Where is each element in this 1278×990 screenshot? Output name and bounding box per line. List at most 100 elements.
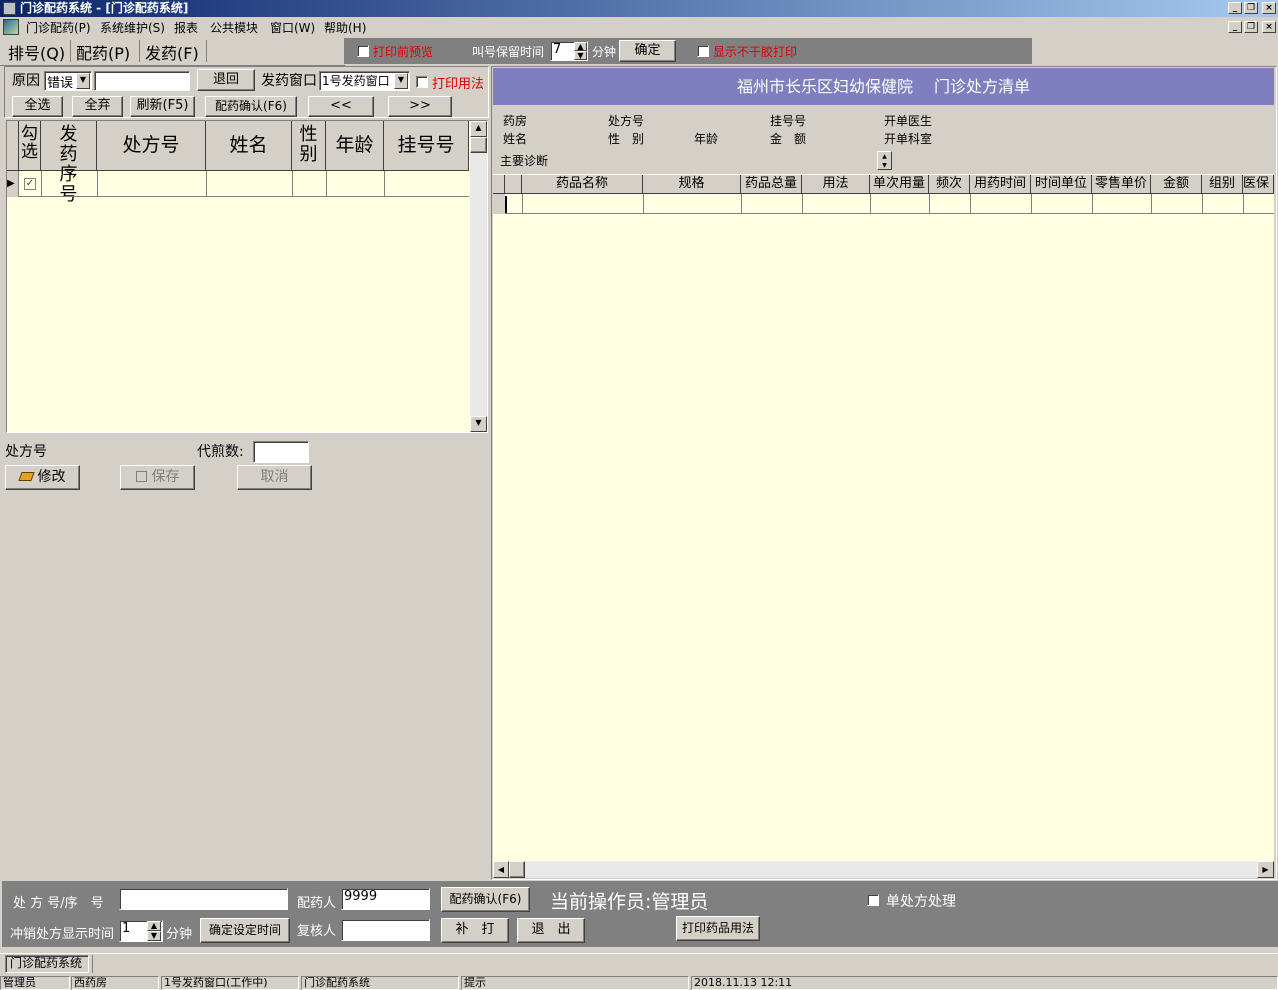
print-drug-usage-button[interactable]: 打印药品用法 bbox=[676, 916, 760, 941]
status-datetime: 2018.11.13 12:11 bbox=[691, 976, 1278, 990]
rx-no-label: 处方号 bbox=[5, 444, 47, 460]
print-usage-label: 打印用法 bbox=[432, 77, 485, 92]
window-tab-bar bbox=[0, 953, 1278, 973]
set-time-button[interactable]: 确定设定时间 bbox=[200, 918, 290, 943]
scroll-down-icon[interactable]: ▼ bbox=[470, 416, 487, 432]
dispenser-input[interactable]: 9999 bbox=[341, 888, 430, 910]
col-dispense-seq: 发药序号 bbox=[41, 121, 97, 205]
menu-window[interactable]: 窗口(W) bbox=[270, 19, 315, 36]
single-rx-label: 单处方处理 bbox=[886, 894, 956, 910]
table-row[interactable] bbox=[493, 194, 1274, 214]
save-button[interactable]: 保存 bbox=[120, 465, 195, 490]
col-amount: 金额 bbox=[1151, 175, 1202, 194]
restore-button[interactable]: ❐ bbox=[1244, 2, 1258, 14]
child-close-button[interactable]: × bbox=[1262, 21, 1276, 33]
col-retail-price: 零售单价 bbox=[1092, 175, 1151, 194]
decoct-input[interactable] bbox=[253, 441, 309, 463]
left-vertical-scrollbar[interactable] bbox=[470, 121, 487, 432]
status-user: 管理员 bbox=[0, 976, 70, 990]
tab-dispense[interactable]: 配药(P) bbox=[76, 40, 130, 64]
info-pharmacy: 药房 bbox=[503, 114, 528, 128]
table-row[interactable] bbox=[7, 171, 469, 197]
scroll-thumb[interactable] bbox=[470, 137, 487, 153]
col-med-time: 用药时间 bbox=[970, 175, 1031, 194]
confirm-button[interactable]: 确定 bbox=[619, 40, 676, 62]
menu-common[interactable]: 公共模块 bbox=[210, 19, 258, 36]
col-rx-no: 处方号 bbox=[97, 121, 206, 171]
status-app: 门诊配药系统 bbox=[301, 976, 459, 990]
spin-down-icon[interactable]: ▼ bbox=[147, 931, 161, 941]
spin-up-icon[interactable]: ▲ bbox=[147, 921, 161, 931]
no-glue-print-label: 显示不干胶打印 bbox=[713, 45, 798, 59]
reversal-minute-label: 分钟 bbox=[166, 927, 193, 942]
info-diagnosis: 主要诊断 bbox=[500, 154, 549, 168]
child-minimize-button[interactable]: _ bbox=[1228, 21, 1242, 33]
reversal-label: 冲销处方显示时间 bbox=[10, 927, 115, 942]
keep-time-label: 叫号保留时间 bbox=[472, 45, 545, 59]
menu-report[interactable]: 报表 bbox=[174, 19, 198, 36]
scroll-right-icon[interactable]: ▶ bbox=[1257, 861, 1274, 878]
menu-help[interactable]: 帮助(H) bbox=[324, 19, 366, 36]
spin-down-icon[interactable]: ▼ bbox=[574, 51, 587, 60]
refresh-button[interactable]: 刷新(F5) bbox=[130, 96, 195, 117]
col-total: 药品总量 bbox=[741, 175, 802, 194]
info-rx-no: 处方号 bbox=[608, 114, 645, 128]
prev-button[interactable]: << bbox=[308, 96, 374, 117]
chevron-down-icon[interactable]: ▼ bbox=[76, 73, 90, 89]
child-restore-button[interactable]: ❐ bbox=[1244, 21, 1258, 33]
col-drug-name: 药品名称 bbox=[522, 175, 643, 194]
right-horizontal-scrollbar[interactable] bbox=[493, 861, 1274, 878]
info-gender: 性 别 bbox=[608, 132, 645, 146]
reason-label: 原因 bbox=[12, 73, 40, 89]
reviewer-input[interactable] bbox=[341, 919, 430, 941]
window-label: 发药窗口 bbox=[261, 73, 317, 89]
row-checkbox[interactable]: ✓ bbox=[24, 178, 36, 190]
taskbar-item[interactable]: 门诊配药系统 bbox=[5, 955, 89, 973]
tab-issue[interactable]: 发药(F) bbox=[145, 40, 199, 64]
col-age: 年龄 bbox=[326, 121, 384, 171]
cancel-button[interactable]: 取消 bbox=[237, 465, 312, 490]
scroll-up-icon[interactable]: ▲ bbox=[470, 121, 487, 137]
status-window: 1号发药窗口(工作中) bbox=[161, 976, 299, 990]
bottom-dispense-confirm-button[interactable]: 配药确认(F6) bbox=[441, 887, 530, 912]
single-rx-checkbox[interactable] bbox=[867, 894, 879, 906]
no-glue-print-checkbox[interactable] bbox=[697, 45, 709, 57]
col-group: 组别 bbox=[1202, 175, 1243, 194]
info-amount: 金 额 bbox=[770, 132, 807, 146]
close-button[interactable]: × bbox=[1262, 2, 1276, 14]
spin-up-icon[interactable]: ▲ bbox=[574, 42, 587, 51]
col-dose: 单次用量 bbox=[870, 175, 929, 194]
return-button[interactable]: 退回 bbox=[197, 69, 255, 91]
print-preview-label: 打印前预览 bbox=[373, 45, 434, 59]
discard-all-button[interactable]: 全弃 bbox=[72, 96, 123, 117]
toolbar-panel bbox=[344, 38, 1032, 64]
minimize-button[interactable]: _ bbox=[1228, 2, 1242, 14]
rx-seq-input[interactable] bbox=[119, 888, 288, 910]
status-pharmacy: 西药房 bbox=[71, 976, 159, 990]
col-check: 勾选 bbox=[19, 121, 41, 171]
print-usage-checkbox[interactable] bbox=[416, 76, 428, 88]
info-name: 姓名 bbox=[503, 132, 528, 146]
menu-dispense[interactable]: 门诊配药(P) bbox=[26, 19, 91, 36]
select-all-button[interactable]: 全选 bbox=[12, 96, 63, 117]
dispense-confirm-button[interactable]: 配药确认(F6) bbox=[205, 96, 297, 117]
diagnosis-spin-icon[interactable]: ▲ ▼ bbox=[877, 151, 892, 170]
exit-button[interactable]: 退 出 bbox=[517, 918, 585, 943]
minute-label: 分钟 bbox=[592, 45, 617, 59]
modify-button[interactable]: 修改 bbox=[5, 465, 80, 490]
chevron-down-icon[interactable]: ▼ bbox=[394, 73, 408, 89]
h-scroll-thumb[interactable] bbox=[509, 861, 525, 878]
scroll-left-icon[interactable]: ◀ bbox=[493, 861, 509, 878]
reprint-button[interactable]: 补 打 bbox=[441, 918, 509, 943]
row-pointer-icon: ▶ bbox=[7, 171, 19, 197]
tab-queue[interactable]: 排号(Q) bbox=[8, 40, 65, 64]
print-preview-checkbox[interactable] bbox=[357, 45, 369, 57]
col-insurance: 医保 bbox=[1243, 175, 1274, 194]
reason-text-input[interactable] bbox=[94, 71, 190, 91]
info-reg-no: 挂号号 bbox=[770, 114, 807, 128]
next-button[interactable]: >> bbox=[388, 96, 452, 117]
decoct-label: 代煎数: bbox=[197, 444, 244, 460]
menu-system[interactable]: 系统维护(S) bbox=[100, 19, 165, 36]
col-gender: 性别 bbox=[292, 121, 326, 171]
drug-detail-grid[interactable] bbox=[493, 174, 1274, 861]
